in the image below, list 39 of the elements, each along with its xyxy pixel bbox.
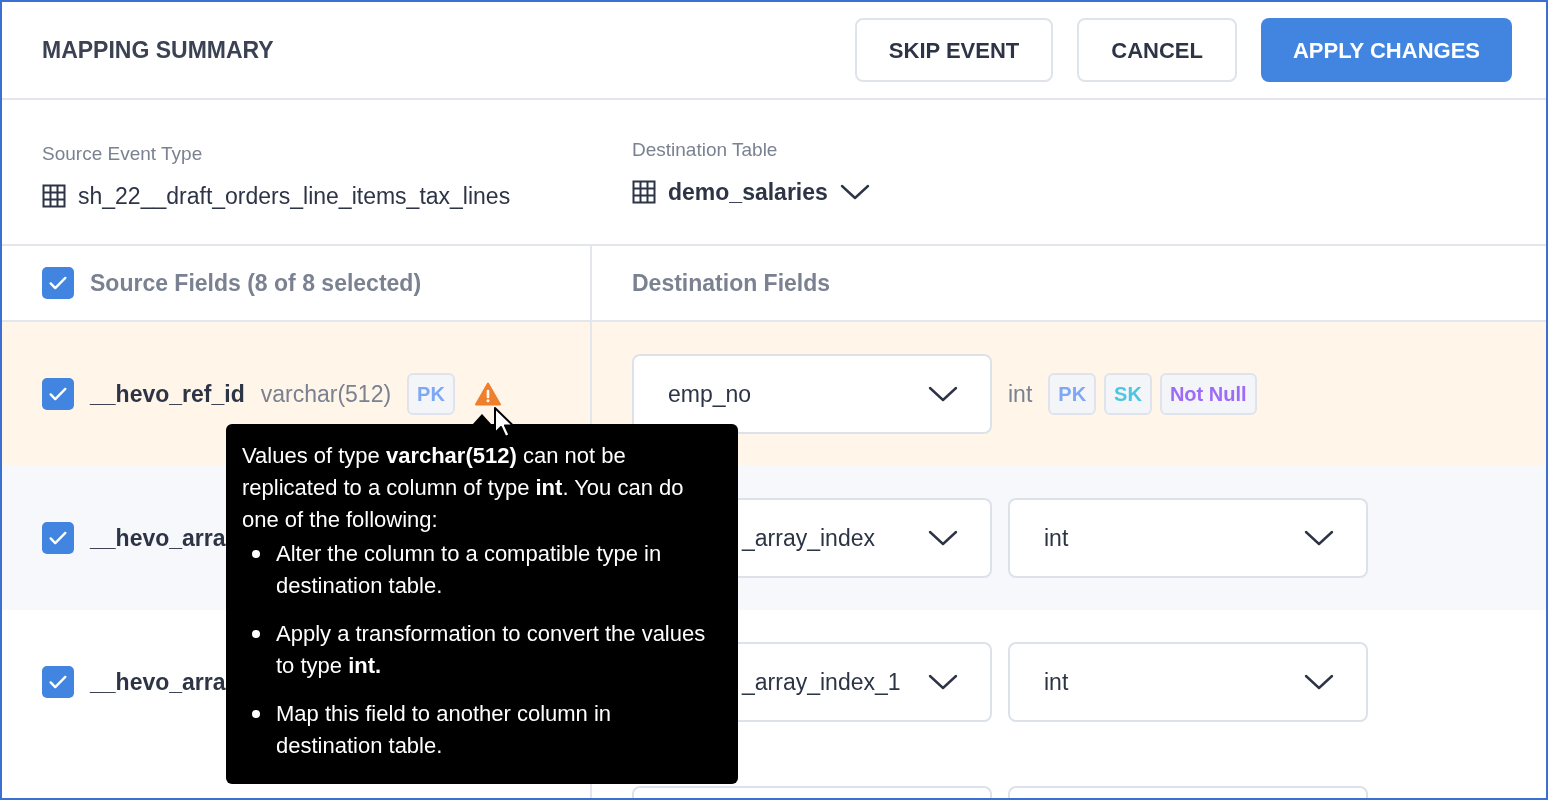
checkbox[interactable] bbox=[42, 267, 74, 299]
column-dropdown[interactable]: emp_no bbox=[632, 354, 992, 434]
chevron-down-icon bbox=[928, 529, 958, 547]
table-icon bbox=[42, 183, 66, 208]
bullet-icon bbox=[252, 550, 260, 558]
column-header: Source Fields (8 of 8 selected) bbox=[90, 268, 422, 298]
tag: PK bbox=[1048, 373, 1097, 415]
apply-button[interactable]: APPLY CHANGES bbox=[1260, 18, 1512, 82]
bullet-icon bbox=[252, 630, 260, 638]
chevron-down-icon bbox=[928, 673, 958, 691]
field-type: varchar(512) bbox=[260, 379, 392, 409]
event-type: sh_22__draft_orders_line_items_tax_lines bbox=[78, 181, 511, 211]
tag: SK bbox=[1104, 373, 1152, 415]
column-header: Destination Fields bbox=[632, 268, 831, 298]
warning-icon[interactable] bbox=[474, 382, 501, 406]
action-button[interactable]: CANCEL bbox=[1077, 18, 1237, 82]
column-type: int bbox=[1008, 379, 1033, 409]
chevron-down-icon bbox=[1304, 529, 1334, 547]
action-button[interactable]: SKIP EVENT bbox=[854, 18, 1054, 82]
bullet-icon bbox=[252, 710, 260, 718]
type-dropdown[interactable]: int bbox=[1008, 642, 1368, 722]
field-name: __hevo_arra bbox=[90, 667, 226, 697]
field-label: Destination Table bbox=[632, 138, 779, 162]
chevron-down-icon bbox=[839, 182, 870, 201]
field-label: Source Event Type bbox=[42, 142, 204, 166]
tooltip-item: Map this field to another column in destination table. bbox=[276, 700, 613, 760]
table-dropdown[interactable]: demo_salaries bbox=[632, 174, 870, 209]
chevron-down-icon bbox=[928, 385, 958, 403]
checkbox[interactable] bbox=[42, 666, 74, 698]
checkbox[interactable] bbox=[42, 378, 74, 410]
field-name: __hevo_arra bbox=[90, 523, 226, 553]
field-name: __hevo_ref_id bbox=[90, 379, 245, 409]
tag: PK bbox=[407, 373, 455, 415]
table-icon bbox=[632, 179, 656, 204]
chevron-down-icon bbox=[1304, 673, 1334, 691]
type-dropdown[interactable]: int bbox=[1008, 498, 1368, 578]
tag: Not Null bbox=[1159, 373, 1257, 415]
page-title: MAPPING SUMMARY bbox=[42, 35, 274, 65]
checkbox[interactable] bbox=[42, 522, 74, 554]
